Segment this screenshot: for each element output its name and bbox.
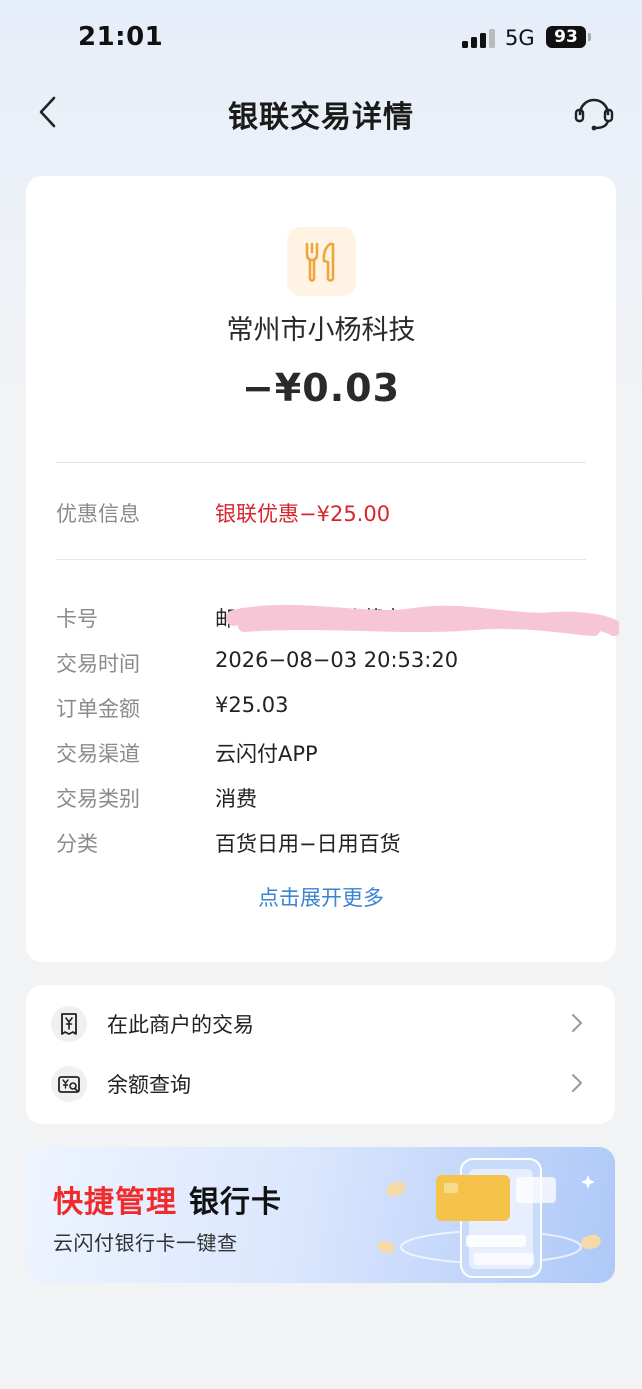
balance-inquiry-label: 余额查询 <box>107 1073 191 1097</box>
divider <box>56 462 586 463</box>
page-title: 银联交易详情 <box>228 100 414 135</box>
bank-card-banner[interactable]: 快捷管理 银行卡 云闪付银行卡一键查 <box>26 1147 615 1283</box>
detail-label-category: 分类 <box>56 832 98 856</box>
phone-card-illustration <box>366 1147 615 1283</box>
banner-title: 快捷管理 银行卡 <box>53 1177 282 1221</box>
battery-tip <box>588 33 591 41</box>
detail-label-time: 交易时间 <box>56 652 140 676</box>
transaction-amount: −¥0.03 <box>241 366 401 410</box>
banner-title-red: 快捷管理 <box>53 1185 177 1220</box>
restaurant-icon <box>287 227 356 296</box>
detail-label-type: 交易类别 <box>56 787 140 811</box>
merchant-transactions-label: 在此商户的交易 <box>107 1013 254 1037</box>
detail-value-time: 2026−08−03 20:53:20 <box>215 648 459 672</box>
detail-label-card: 卡号 <box>56 607 98 631</box>
battery-icon: 93 <box>546 26 586 48</box>
merchant-name: 常州市小杨科技 <box>226 315 416 346</box>
detail-label-order-amount: 订单金额 <box>56 697 140 721</box>
network-type: 5G <box>505 26 535 50</box>
detail-value-type: 消费 <box>215 787 257 811</box>
detail-value-channel: 云闪付APP <box>215 742 318 766</box>
balance-inquiry-row[interactable]: 余额查询 <box>26 1053 615 1113</box>
discount-value: 银联优惠−¥25.00 <box>215 502 391 526</box>
chevron-right-icon <box>570 1072 584 1094</box>
banner-title-black: 银行卡 <box>189 1185 282 1220</box>
banner-subtitle: 云闪付银行卡一键查 <box>53 1231 238 1255</box>
divider <box>56 559 586 560</box>
chevron-right-icon <box>570 1012 584 1034</box>
signal-icon <box>462 28 496 48</box>
detail-value-order-amount: ¥25.03 <box>215 693 289 717</box>
expand-more-link[interactable]: 点击展开更多 <box>26 882 616 912</box>
balance-search-icon <box>51 1066 87 1102</box>
discount-label: 优惠信息 <box>56 502 140 526</box>
links-card: 在此商户的交易 余额查询 <box>26 985 615 1124</box>
merchant-transactions-row[interactable]: 在此商户的交易 <box>26 993 615 1053</box>
transaction-card: 常州市小杨科技 −¥0.03 优惠信息 银联优惠−¥25.00 卡号 邮储银行银… <box>26 176 622 962</box>
status-time: 21:01 <box>78 22 164 52</box>
receipt-yen-icon <box>51 1006 87 1042</box>
redaction-scribble <box>214 594 622 642</box>
customer-service-icon[interactable] <box>572 92 616 134</box>
detail-label-channel: 交易渠道 <box>56 742 140 766</box>
detail-value-category: 百货日用−日用百货 <box>215 832 401 856</box>
